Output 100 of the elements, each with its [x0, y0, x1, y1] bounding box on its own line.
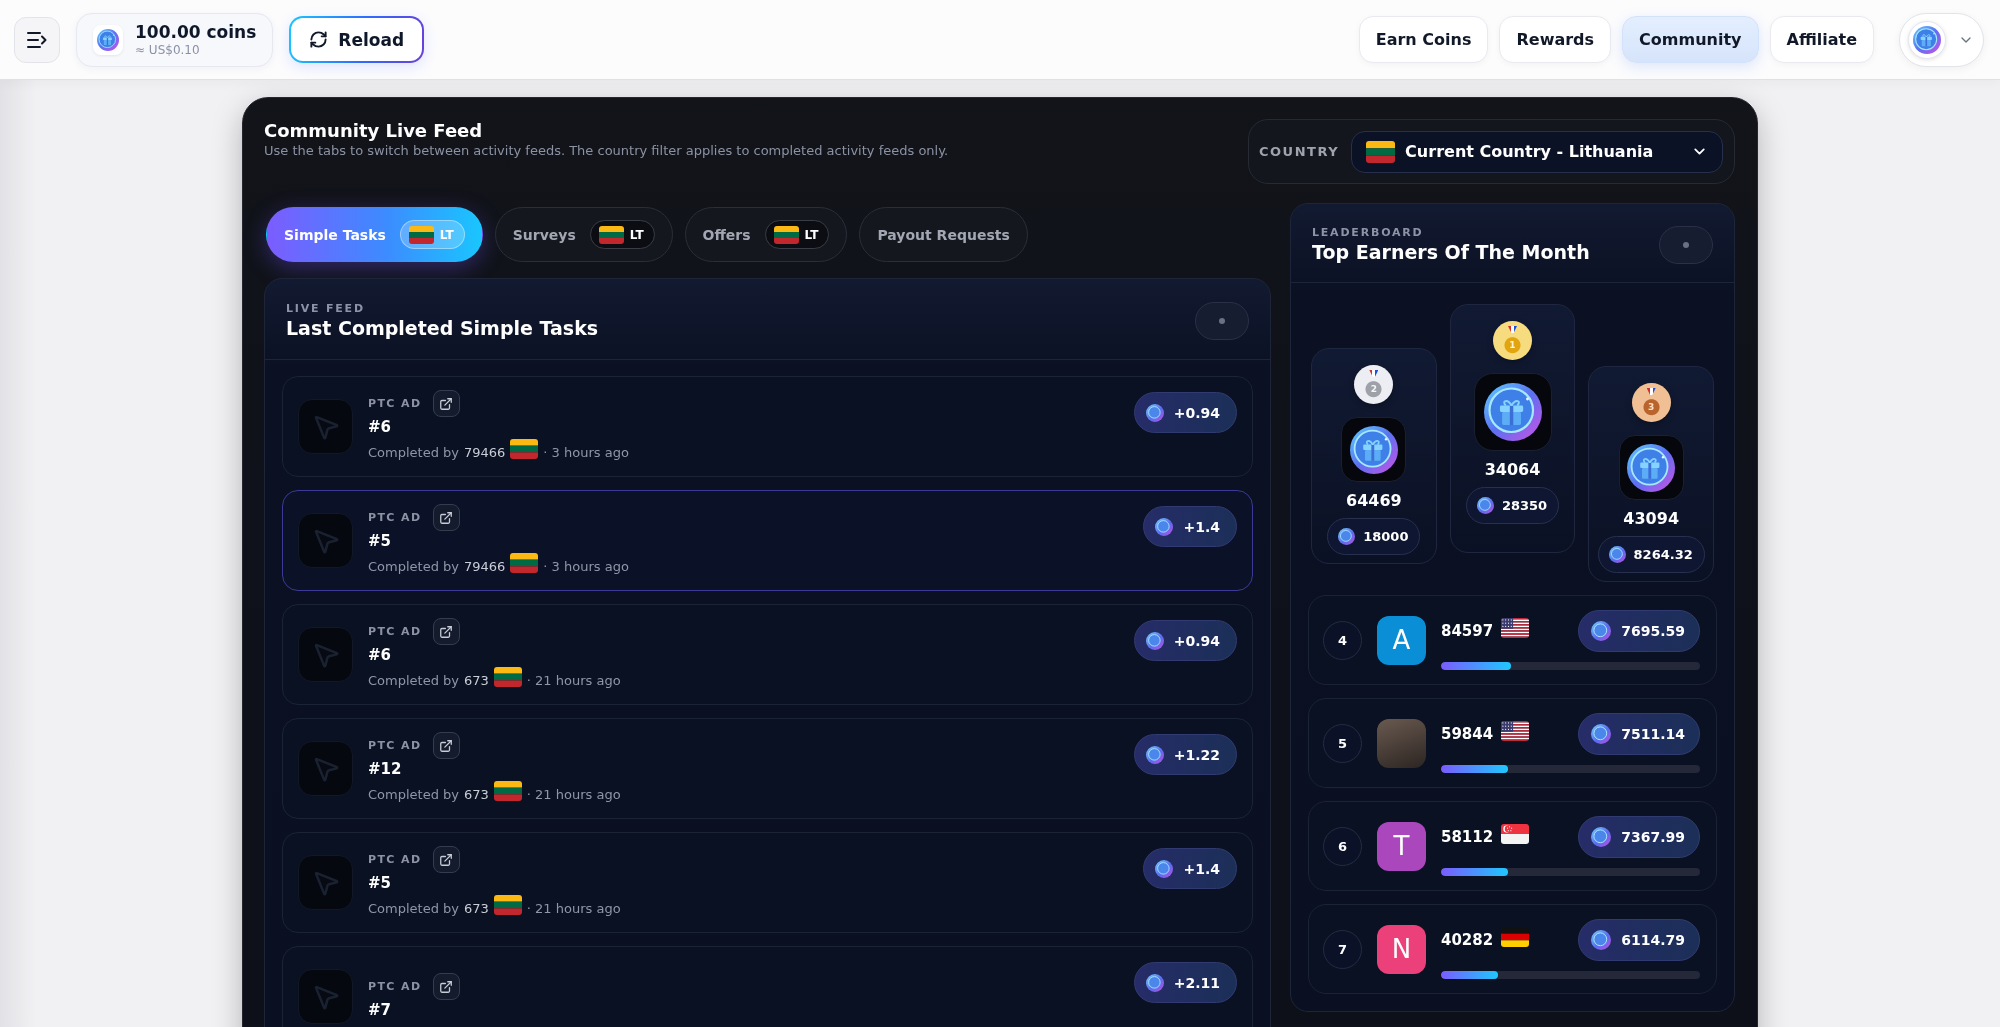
- country-select[interactable]: Current Country - Lithuania: [1351, 130, 1723, 173]
- external-link-button[interactable]: [432, 618, 460, 645]
- task-type: PTC AD: [368, 625, 422, 638]
- coin-icon: [1155, 859, 1174, 878]
- rank-number: 6: [1323, 826, 1362, 866]
- lithuanian-flag-icon: [598, 225, 624, 244]
- avatar-initial: N: [1377, 924, 1426, 974]
- task-type: PTC AD: [368, 853, 422, 866]
- coin-icon: [1591, 724, 1612, 744]
- rank-number: 5: [1323, 723, 1362, 763]
- reward-amount: +0.94: [1173, 404, 1220, 421]
- external-link-icon: [439, 738, 453, 753]
- country-code: LT: [629, 227, 644, 242]
- external-link-button[interactable]: [432, 973, 460, 1000]
- user-id: 673: [464, 786, 489, 802]
- coin-icon: [1145, 973, 1164, 992]
- external-link-button[interactable]: [432, 846, 460, 873]
- feed-tab[interactable]: Offers LT: [684, 207, 848, 262]
- task-title: #5: [368, 873, 391, 893]
- profile-button[interactable]: [1899, 12, 1984, 67]
- nav-button[interactable]: Earn Coins: [1358, 16, 1489, 63]
- section-eyebrow: LEADERBOARD: [1312, 226, 1425, 240]
- coin-icon: [1145, 403, 1164, 422]
- external-link-icon: [439, 624, 453, 639]
- external-link-button[interactable]: [432, 732, 460, 759]
- reward-amount: +1.4: [1183, 518, 1220, 535]
- external-link-button[interactable]: [432, 390, 460, 417]
- coin-amount: 7511.14: [1621, 726, 1685, 742]
- time-ago: · 3 hours ago: [543, 444, 629, 460]
- coin-icon: [1145, 631, 1164, 650]
- us-flag-icon: [1501, 721, 1530, 741]
- gift-coin-icon: [1473, 373, 1552, 451]
- cursor-icon: [298, 399, 353, 454]
- external-link-icon: [439, 510, 453, 525]
- photo-placeholder: [1377, 718, 1426, 768]
- lithuanian-flag-icon: [1366, 140, 1396, 163]
- task-title: #6: [368, 417, 391, 437]
- page-subtitle: Use the tabs to switch between activity feeds. The country filter applies to completed activity feeds only.: [264, 142, 949, 160]
- task-title: #5: [368, 531, 391, 551]
- section-eyebrow: LIVE FEED: [286, 302, 366, 316]
- reward-amount: +1.22: [1173, 746, 1220, 763]
- feed-tab[interactable]: Payout Requests: [859, 207, 1028, 262]
- completed-label: Completed by: [368, 900, 459, 916]
- rank-number: 7: [1323, 929, 1362, 969]
- dot-toggle[interactable]: [1659, 226, 1713, 264]
- rank-medal: 2: [1354, 365, 1394, 404]
- nav-button[interactable]: Community: [1622, 16, 1759, 63]
- external-link-icon: [439, 396, 453, 411]
- completed-label: Completed by: [368, 444, 459, 460]
- task-title: #7: [368, 1000, 391, 1020]
- external-link-button[interactable]: [432, 504, 460, 531]
- user-id: 40282: [1441, 931, 1494, 949]
- task-title: #12: [368, 759, 402, 779]
- reward-amount: +1.4: [1183, 860, 1220, 877]
- lithuanian-flag-icon: [408, 225, 434, 244]
- cursor-icon: [298, 855, 353, 910]
- nav-button[interactable]: Rewards: [1499, 16, 1612, 63]
- time-ago: · 21 hours ago: [526, 900, 621, 916]
- dot-toggle[interactable]: [1195, 302, 1249, 340]
- reload-button[interactable]: Reload: [289, 16, 425, 63]
- coin-icon: [1145, 745, 1164, 764]
- cursor-icon: [298, 969, 353, 1024]
- menu-icon: [26, 30, 48, 49]
- section-title: Top Earners Of The Month: [1312, 240, 1590, 264]
- user-id: 34064: [1484, 459, 1541, 481]
- feed-tab[interactable]: Simple Tasks LT: [266, 207, 483, 262]
- menu-button[interactable]: [14, 16, 60, 63]
- feed-tab[interactable]: Surveys LT: [494, 207, 673, 262]
- cursor-icon: [298, 741, 353, 796]
- user-id: 79466: [464, 558, 506, 574]
- us-flag-icon: [1501, 618, 1530, 638]
- dot-icon: [1219, 318, 1225, 324]
- user-id: 59844: [1441, 725, 1494, 743]
- rank-medal: 3: [1631, 383, 1671, 422]
- user-id: 84597: [1441, 622, 1494, 640]
- lithuanian-flag-icon: [510, 553, 539, 573]
- lithuanian-flag-icon: [510, 439, 539, 459]
- completed-label: Completed by: [368, 786, 459, 802]
- user-id: 43094: [1623, 508, 1679, 530]
- lithuanian-flag-icon: [493, 781, 522, 801]
- cursor-icon: [298, 513, 353, 568]
- country-label: COUNTRY: [1259, 144, 1340, 159]
- country-code: LT: [804, 227, 819, 242]
- completed-label: Completed by: [368, 558, 459, 574]
- user-id: 64469: [1346, 490, 1402, 512]
- cursor-icon: [298, 627, 353, 682]
- task-type: PTC AD: [368, 980, 422, 993]
- nav-button[interactable]: Affiliate: [1769, 16, 1874, 63]
- user-id: 673: [464, 900, 489, 916]
- refresh-icon: [309, 30, 329, 49]
- task-type: PTC AD: [368, 397, 422, 410]
- country-code: LT: [439, 227, 454, 242]
- rank-number: 4: [1323, 620, 1362, 660]
- completed-label: Completed by: [368, 672, 459, 688]
- time-ago: · 21 hours ago: [526, 672, 621, 688]
- coin-amount: 18000: [1363, 529, 1409, 544]
- section-title: Last Completed Simple Tasks: [286, 316, 599, 340]
- reward-amount: +2.11: [1173, 974, 1220, 991]
- avatar-initial: T: [1377, 821, 1426, 871]
- reward-amount: +0.94: [1173, 632, 1220, 649]
